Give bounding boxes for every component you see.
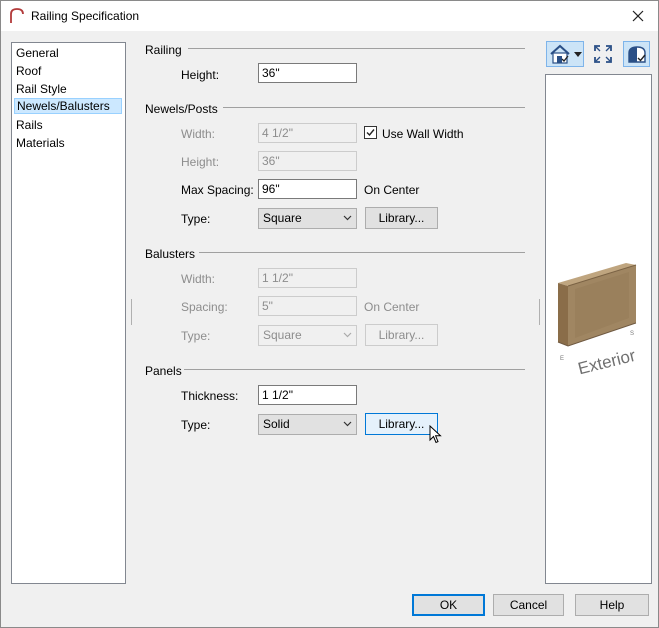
baluster-on-center-label: On Center xyxy=(364,300,420,314)
preview-axis-label-e: E xyxy=(560,356,565,362)
preview-axis-label-s: S xyxy=(630,331,635,337)
railing-app-icon xyxy=(9,8,25,24)
newel-height-label: Height: xyxy=(181,155,220,169)
left-splitter-handle[interactable] xyxy=(131,299,132,325)
baluster-library-button[interactable]: Library... xyxy=(365,324,438,346)
category-list[interactable]: General Roof Rail Style Newels/Balusters… xyxy=(11,42,126,584)
cancel-button[interactable]: Cancel xyxy=(493,594,564,616)
preview-toggle-icon xyxy=(628,46,646,63)
nav-item-rail-style[interactable]: Rail Style xyxy=(14,81,122,97)
baluster-width-label: Width: xyxy=(181,272,216,286)
ok-button[interactable]: OK xyxy=(412,594,485,616)
railing-height-input[interactable]: 36" xyxy=(258,63,357,83)
max-spacing-input[interactable]: 96" xyxy=(258,179,357,199)
panel-type-select[interactable]: Solid xyxy=(258,414,357,435)
railing-3d-preview xyxy=(557,263,637,347)
window-title: Railing Specification xyxy=(31,9,140,23)
baluster-type-value: Square xyxy=(263,328,302,342)
balusters-group-divider xyxy=(199,252,525,253)
close-icon xyxy=(632,10,644,22)
panels-group-divider xyxy=(184,369,525,370)
nav-item-roof[interactable]: Roof xyxy=(14,63,122,79)
check-icon xyxy=(366,129,375,137)
max-spacing-label: Max Spacing: xyxy=(181,183,254,197)
newel-width-input[interactable]: 4 1/2" xyxy=(258,123,357,143)
panel-type-value: Solid xyxy=(263,417,290,431)
chevron-down-icon xyxy=(574,52,582,57)
fill-window-button[interactable] xyxy=(591,41,615,67)
title-bar: Railing Specification xyxy=(1,1,658,31)
fill-window-icon xyxy=(594,45,612,63)
right-splitter-handle[interactable] xyxy=(539,299,540,325)
railing-height-label: Height: xyxy=(181,68,220,82)
help-button[interactable]: Help xyxy=(575,594,649,616)
chevron-down-icon xyxy=(343,332,352,338)
preview-toggle-button[interactable] xyxy=(623,41,650,67)
panel-thickness-label: Thickness: xyxy=(181,389,239,403)
baluster-type-label: Type: xyxy=(181,329,211,343)
chevron-down-icon xyxy=(343,215,352,221)
baluster-type-select[interactable]: Square xyxy=(258,325,357,346)
balusters-group-title: Balusters xyxy=(145,247,196,261)
newels-group-divider xyxy=(223,107,525,108)
nav-item-general[interactable]: General xyxy=(14,45,122,61)
view-type-icon xyxy=(550,44,570,64)
panel-library-button[interactable]: Library... xyxy=(365,413,438,435)
preview-pane[interactable]: E S Exterior xyxy=(545,74,652,584)
chevron-down-icon xyxy=(343,421,352,427)
use-wall-width-label[interactable]: Use Wall Width xyxy=(382,127,464,141)
nav-item-newels-balusters[interactable]: Newels/Balusters xyxy=(14,98,122,114)
newel-library-button[interactable]: Library... xyxy=(365,207,438,229)
baluster-spacing-input[interactable]: 5" xyxy=(258,296,357,316)
newel-type-label: Type: xyxy=(181,212,211,226)
newel-type-select[interactable]: Square xyxy=(258,208,357,229)
newel-type-value: Square xyxy=(263,211,302,225)
close-button[interactable] xyxy=(618,1,658,31)
baluster-width-input[interactable]: 1 1/2" xyxy=(258,268,357,288)
panel-thickness-input[interactable]: 1 1/2" xyxy=(258,385,357,405)
newels-group-title: Newels/Posts xyxy=(145,102,218,116)
panels-group-title: Panels xyxy=(145,364,182,378)
newel-height-input[interactable]: 36" xyxy=(258,151,357,171)
railing-group-divider xyxy=(188,48,525,49)
mouse-cursor-icon xyxy=(429,425,442,444)
railing-group-title: Railing xyxy=(145,43,182,57)
newel-width-label: Width: xyxy=(181,127,216,141)
nav-item-materials[interactable]: Materials xyxy=(14,135,122,151)
baluster-spacing-label: Spacing: xyxy=(181,300,228,314)
dialog-window: Railing Specification General Roof Rail … xyxy=(0,0,659,628)
panel-type-label: Type: xyxy=(181,418,211,432)
max-spacing-on-center-label: On Center xyxy=(364,183,420,197)
view-type-dropdown-button[interactable] xyxy=(546,41,584,67)
nav-item-rails[interactable]: Rails xyxy=(14,117,122,133)
use-wall-width-checkbox[interactable] xyxy=(364,126,377,139)
